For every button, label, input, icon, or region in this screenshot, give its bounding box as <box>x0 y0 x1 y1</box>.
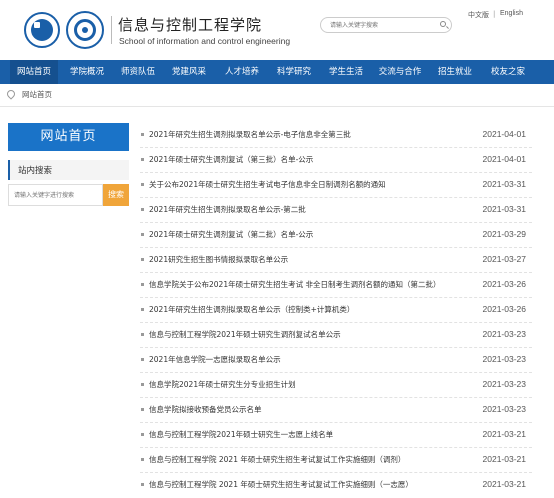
bullet-icon <box>141 433 144 436</box>
nav-party[interactable]: 党建风采 <box>165 60 213 84</box>
nav-student-life[interactable]: 学生生活 <box>322 60 370 84</box>
news-date: 2021-03-31 <box>482 179 526 189</box>
bullet-icon <box>141 208 144 211</box>
university-seal-logo[interactable] <box>24 12 60 48</box>
news-item[interactable]: 信息与控制工程学院 2021 年硕士研究生招生考试复试工作实施细则（一志愿） 2… <box>140 473 532 498</box>
sidebar-search-button[interactable]: 搜索 <box>103 184 129 206</box>
news-item[interactable]: 2021年研究生招生调剂拟录取名单公示-电子信息非全第三批 2021-04-01 <box>140 123 532 148</box>
lang-english-link[interactable]: English <box>500 10 523 17</box>
news-item[interactable]: 关于公布2021年硕士研究生招生考试电子信息非全日制调剂名额的通知 2021-0… <box>140 173 532 198</box>
bullet-icon <box>141 233 144 236</box>
bullet-icon <box>141 358 144 361</box>
news-date: 2021-03-23 <box>482 404 526 414</box>
news-item[interactable]: 2021年硕士研究生调剂复试（第二批）名单-公示 2021-03-29 <box>140 223 532 248</box>
sidebar-title: 网站首页 <box>8 123 129 151</box>
emblem-dot <box>82 27 88 33</box>
news-title[interactable]: 关于公布2021年硕士研究生招生考试电子信息非全日制调剂名额的通知 <box>149 179 386 190</box>
nav-education[interactable]: 人才培养 <box>218 60 266 84</box>
news-item[interactable]: 2021研究生招生图书情报拟录取名单公示 2021-03-27 <box>140 248 532 273</box>
main-nav: 网站首页 学院概况 师资队伍 党建风采 人才培养 科学研究 学生生活 交流与合作… <box>0 60 554 84</box>
news-title[interactable]: 2021年硕士研究生调剂复试（第三批）名单-公示 <box>149 154 313 165</box>
news-date: 2021-04-01 <box>482 129 526 139</box>
news-date: 2021-03-21 <box>482 479 526 489</box>
lang-separator: | <box>493 10 496 18</box>
news-title[interactable]: 信息与控制工程学院 2021 年硕士研究生招生考试复试工作实施细则（调剂） <box>149 454 405 465</box>
news-item[interactable]: 信息学院拟接收预备党员公示名单 2021-03-23 <box>140 398 532 423</box>
news-item[interactable]: 2021年硕士研究生调剂复试（第三批）名单-公示 2021-04-01 <box>140 148 532 173</box>
news-title[interactable]: 2021研究生招生图书情报拟录取名单公示 <box>149 254 288 265</box>
news-item[interactable]: 信息与控制工程学院 2021 年硕士研究生招生考试复试工作实施细则（调剂） 20… <box>140 448 532 473</box>
logo-divider <box>111 16 112 44</box>
news-item[interactable]: 信息与控制工程学院2021年硕士研究生一志愿上线名单 2021-03-21 <box>140 423 532 448</box>
news-date: 2021-03-23 <box>482 329 526 339</box>
news-date: 2021-03-23 <box>482 354 526 364</box>
bullet-icon <box>141 308 144 311</box>
news-title[interactable]: 信息与控制工程学院2021年硕士研究生调剂复试名单公示 <box>149 329 341 340</box>
news-date: 2021-03-26 <box>482 279 526 289</box>
bullet-icon <box>141 333 144 336</box>
news-title[interactable]: 2021年研究生招生调剂拟录取名单公示-电子信息非全第三批 <box>149 129 351 140</box>
news-item[interactable]: 2021年研究生招生调剂拟录取名单公示-第二批 2021-03-31 <box>140 198 532 223</box>
news-title[interactable]: 2021年研究生招生调剂拟录取名单公示-第二批 <box>149 204 306 215</box>
sidebar-search-box[interactable] <box>8 184 103 206</box>
header-search-input[interactable] <box>330 19 430 31</box>
news-title[interactable]: 信息与控制工程学院2021年硕士研究生一志愿上线名单 <box>149 429 333 440</box>
nav-exchange[interactable]: 交流与合作 <box>372 60 428 84</box>
news-date: 2021-03-31 <box>482 204 526 214</box>
bullet-icon <box>141 183 144 186</box>
seal-mark <box>34 22 40 28</box>
news-title[interactable]: 信息与控制工程学院 2021 年硕士研究生招生考试复试工作实施细则（一志愿） <box>149 479 413 490</box>
lang-chinese-link[interactable]: 中文版 <box>468 10 489 20</box>
nav-alumni[interactable]: 校友之家 <box>484 60 532 84</box>
nav-home[interactable]: 网站首页 <box>10 60 58 84</box>
search-icon[interactable] <box>440 21 446 27</box>
bullet-icon <box>141 383 144 386</box>
news-date: 2021-03-27 <box>482 254 526 264</box>
site-title-cn: 信息与控制工程学院 <box>118 16 263 34</box>
breadcrumb-home-link[interactable]: 网站首页 <box>22 89 52 100</box>
nav-faculty[interactable]: 师资队伍 <box>114 60 162 84</box>
news-title[interactable]: 信息学院关于公布2021年硕士研究生招生考试 非全日制考生调剂名额的通知（第二批… <box>149 279 440 290</box>
bullet-icon <box>141 483 144 486</box>
sidebar-search-label: 站内搜索 <box>18 166 53 176</box>
bullet-icon <box>141 258 144 261</box>
news-title[interactable]: 信息学院2021年硕士研究生分专业招生计划 <box>149 379 296 390</box>
site-title-en: School of information and control engine… <box>119 36 291 46</box>
news-item[interactable]: 信息与控制工程学院2021年硕士研究生调剂复试名单公示 2021-03-23 <box>140 323 532 348</box>
news-title[interactable]: 2021年硕士研究生调剂复试（第二批）名单-公示 <box>149 229 313 240</box>
news-date: 2021-04-01 <box>482 154 526 164</box>
bullet-icon <box>141 408 144 411</box>
bullet-icon <box>141 158 144 161</box>
news-item[interactable]: 信息学院2021年硕士研究生分专业招生计划 2021-03-23 <box>140 373 532 398</box>
news-item[interactable]: 信息学院关于公布2021年硕士研究生招生考试 非全日制考生调剂名额的通知（第二批… <box>140 273 532 298</box>
header-search-box[interactable] <box>320 17 452 33</box>
news-title[interactable]: 信息学院拟接收预备党员公示名单 <box>149 404 262 415</box>
breadcrumb <box>0 84 554 106</box>
bullet-icon <box>141 133 144 136</box>
breadcrumb-divider <box>0 106 554 107</box>
nav-admissions[interactable]: 招生就业 <box>431 60 479 84</box>
news-item[interactable]: 2021年研究生招生调剂拟录取名单公示（控制类+计算机类） 2021-03-26 <box>140 298 532 323</box>
sidebar-search-input[interactable] <box>14 189 98 201</box>
nav-research[interactable]: 科学研究 <box>270 60 318 84</box>
bullet-icon <box>141 283 144 286</box>
news-title[interactable]: 2021年信息学院一志愿拟录取名单公示 <box>149 354 281 365</box>
nav-about[interactable]: 学院概况 <box>63 60 111 84</box>
news-date: 2021-03-21 <box>482 454 526 464</box>
header: 信息与控制工程学院 School of information and cont… <box>0 0 554 60</box>
news-item[interactable]: 2021年信息学院一志愿拟录取名单公示 2021-03-23 <box>140 348 532 373</box>
news-date: 2021-03-26 <box>482 304 526 314</box>
bullet-icon <box>141 458 144 461</box>
news-date: 2021-03-23 <box>482 379 526 389</box>
sidebar-search-heading: 站内搜索 <box>8 160 129 180</box>
school-emblem-logo[interactable] <box>66 11 104 49</box>
news-title[interactable]: 2021年研究生招生调剂拟录取名单公示（控制类+计算机类） <box>149 304 354 315</box>
news-date: 2021-03-21 <box>482 429 526 439</box>
news-date: 2021-03-29 <box>482 229 526 239</box>
